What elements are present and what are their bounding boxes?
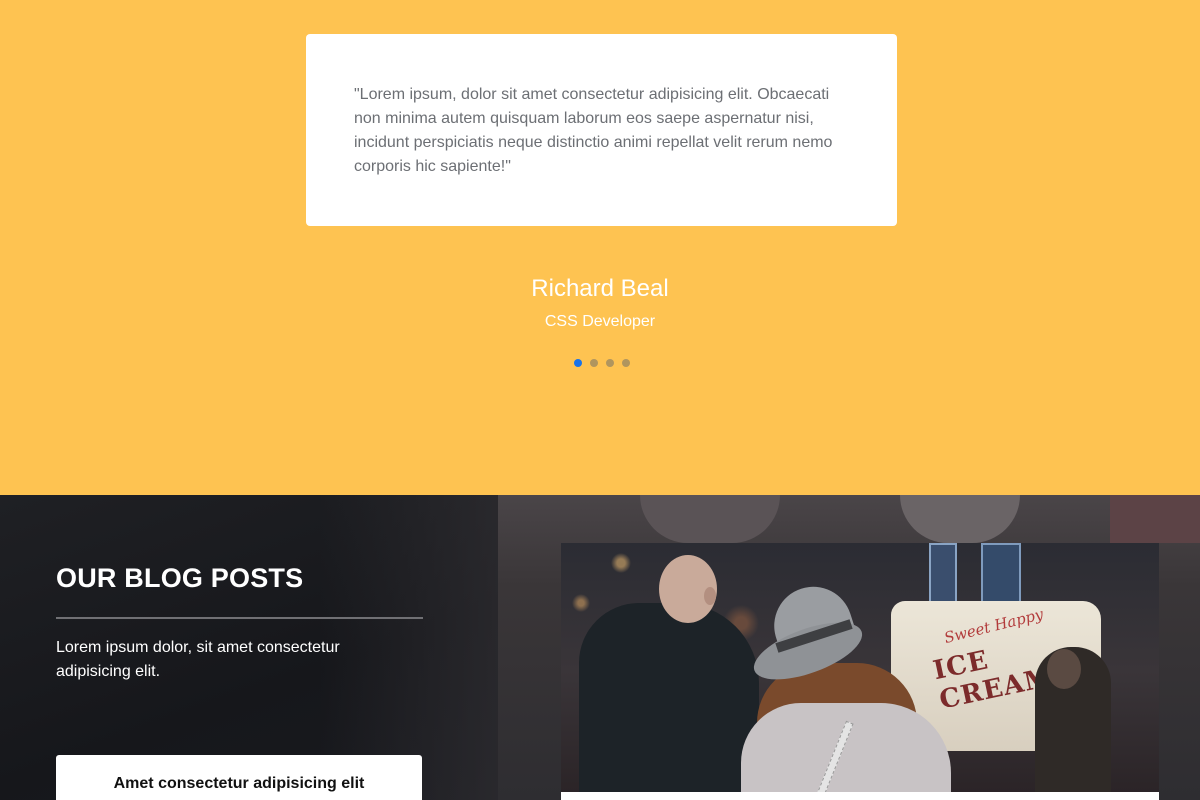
testimonial-quote-card: "Lorem ipsum, dolor sit amet consectetur…: [306, 34, 897, 226]
testimonial-quote: "Lorem ipsum, dolor sit amet consectetur…: [354, 86, 833, 175]
photo-woman-coat: [741, 703, 951, 800]
carousel-dot-2[interactable]: [590, 359, 598, 367]
carousel-indicators: [574, 359, 630, 367]
photo-background-person-head: [1047, 649, 1081, 689]
photo-sign: [929, 543, 957, 603]
blog-section: OUR BLOG POSTS Lorem ipsum dolor, sit am…: [0, 495, 1200, 800]
featured-blog-image[interactable]: Sweet Happy ICE CREAM: [561, 543, 1159, 800]
background-detail: [1110, 495, 1200, 543]
blog-section-description: Lorem ipsum dolor, sit amet consectetur …: [56, 639, 340, 680]
testimonial-author-role: CSS Developer: [544, 313, 656, 330]
photo-man-ear: [704, 587, 716, 605]
blog-post-title[interactable]: Amet consectetur adipisicing elit: [56, 775, 422, 793]
photo-sign: [981, 543, 1021, 607]
testimonial-author-name: Richard Beal: [531, 275, 669, 302]
blog-post-card[interactable]: Amet consectetur adipisicing elit: [56, 755, 422, 800]
blog-title-divider: [56, 617, 423, 619]
photo-man-jacket: [579, 603, 759, 800]
blog-section-title: OUR BLOG POSTS: [56, 563, 304, 593]
carousel-dot-4[interactable]: [622, 359, 630, 367]
blog-image-caption-bar: [561, 792, 1159, 800]
testimonial-section: "Lorem ipsum, dolor sit amet consectetur…: [0, 0, 1200, 495]
carousel-dot-3[interactable]: [606, 359, 614, 367]
carousel-dot-1[interactable]: [574, 359, 582, 367]
